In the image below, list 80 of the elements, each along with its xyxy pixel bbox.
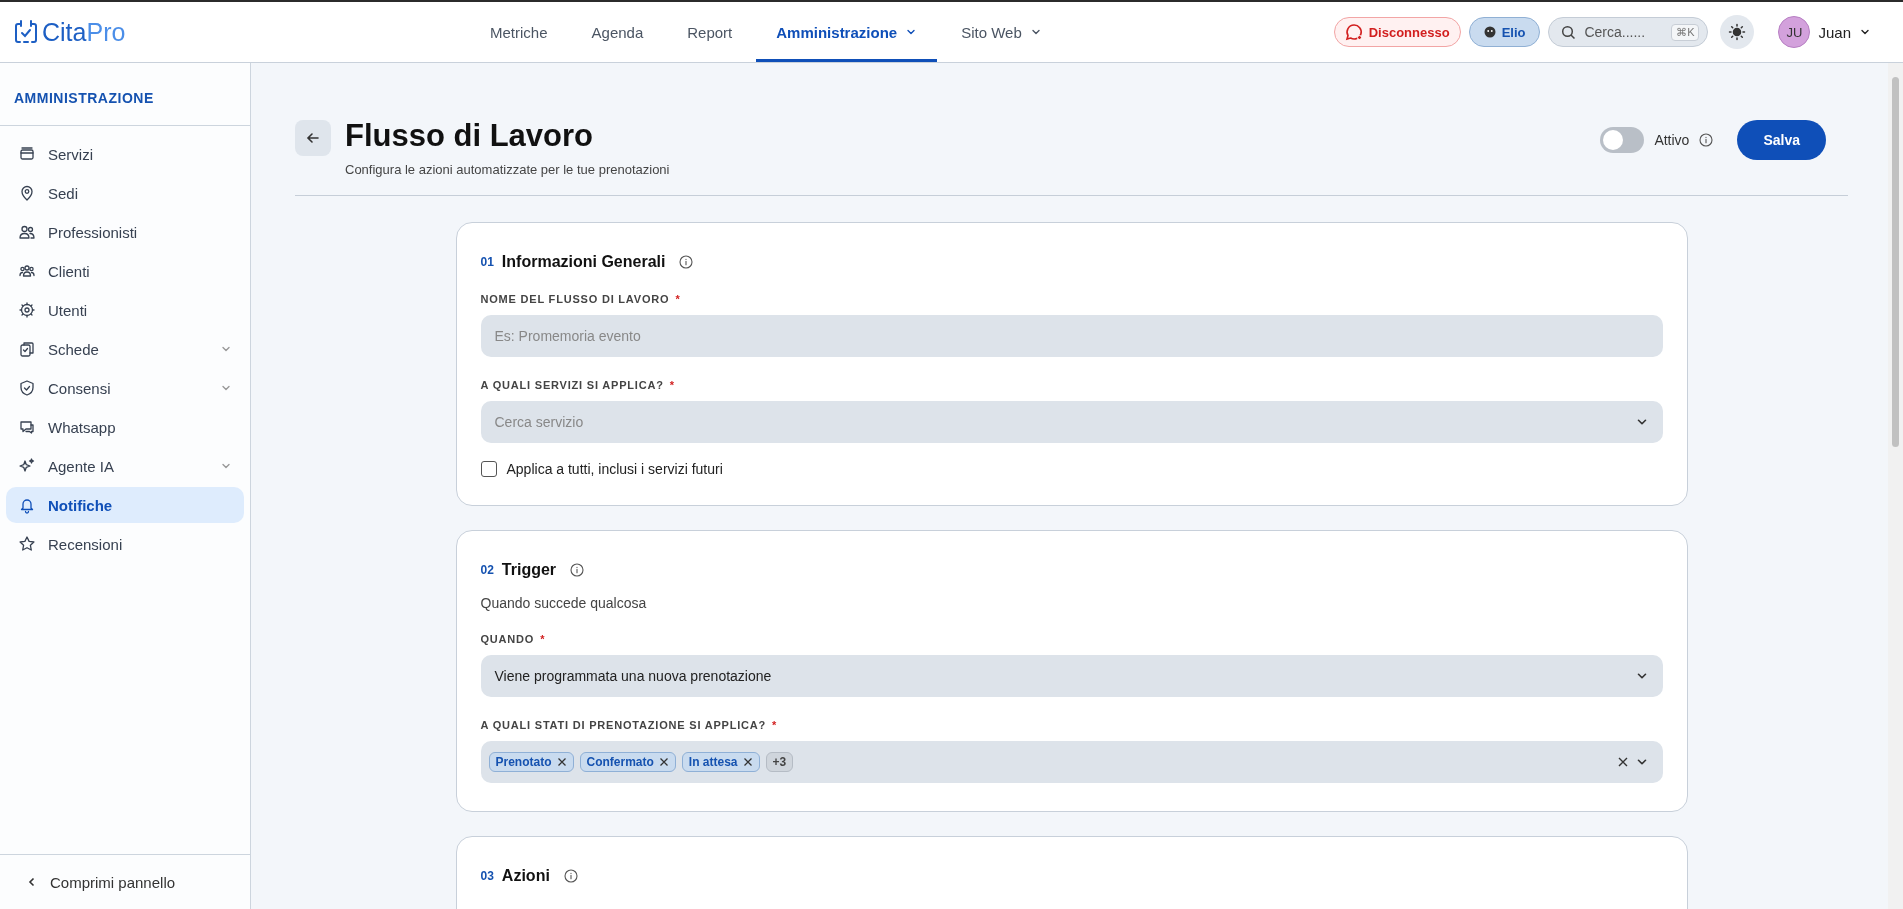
whatsapp-status-badge[interactable]: Disconnesso: [1333, 17, 1461, 47]
collapse-panel-button[interactable]: Comprimi pannello: [20, 872, 182, 892]
info-icon[interactable]: [679, 255, 694, 269]
sidebar-item[interactable]: Servizi: [6, 136, 244, 172]
section-description: Quando succede qualcosa: [480, 595, 648, 611]
sidebar-title: AMMINISTRAZIONE: [0, 71, 250, 126]
sidebar-item[interactable]: Recensioni: [6, 526, 244, 562]
status-tag[interactable]: Prenotato: [488, 752, 574, 772]
nav-tab[interactable]: Report: [667, 2, 753, 62]
info-icon[interactable]: [1699, 133, 1714, 147]
remove-icon[interactable]: [658, 757, 669, 767]
page-title: Flusso di Lavoro: [345, 118, 595, 154]
section-title: Trigger: [501, 561, 557, 579]
sidebar-item[interactable]: Notifiche: [6, 487, 244, 523]
clipboard-icon: [18, 340, 36, 358]
logo-text[interactable]: CitaPro: [42, 17, 126, 47]
save-button[interactable]: Salva: [1737, 120, 1826, 160]
shortcut-hint: ⌘K: [1671, 23, 1700, 41]
sidebar-item[interactable]: Utenti: [6, 292, 244, 328]
search-icon: [1561, 24, 1577, 40]
sidebar-item[interactable]: Whatsapp: [6, 409, 244, 445]
agent-button[interactable]: Elio: [1468, 17, 1541, 47]
field-label: A QUALI STATI DI PRENOTAZIONE SI APPLICA?: [480, 719, 767, 731]
toggle-label: Attivo: [1654, 132, 1690, 148]
group-icon: [18, 262, 36, 280]
more-count[interactable]: +3: [765, 752, 794, 772]
avatar: JU: [1778, 16, 1811, 48]
active-toggle[interactable]: [1600, 127, 1645, 153]
multi-select-field[interactable]: Prenotato Confermato In attesa +3: [480, 741, 1663, 783]
section-number: 03: [480, 869, 494, 883]
sidebar-item[interactable]: Schede: [6, 331, 244, 367]
page-subtitle: Configura le azioni automatizzate per le tue prenotazioni: [345, 162, 671, 177]
checkbox[interactable]: [480, 461, 497, 477]
nav-tab[interactable]: Metriche: [470, 2, 568, 62]
status-tag[interactable]: Confermato: [579, 752, 676, 772]
required-mark: *: [675, 293, 681, 305]
sidebar-item[interactable]: Professionisti: [6, 214, 244, 250]
section-number: 02: [480, 563, 494, 577]
required-mark: *: [772, 719, 778, 731]
user-menu[interactable]: JU Juan: [1772, 15, 1877, 49]
nav-tab[interactable]: Sito Web: [941, 2, 1062, 62]
theme-toggle-button[interactable]: [1720, 15, 1755, 49]
arrow-left-icon: [305, 130, 321, 146]
calendar-check-icon: [14, 19, 38, 45]
clear-icon[interactable]: [1616, 756, 1629, 768]
field-label: A QUALI SERVIZI SI APPLICA?: [480, 379, 664, 391]
section-number: 01: [480, 255, 494, 269]
face-icon: [1483, 26, 1496, 38]
field-label: NOME DEL FLUSSO DI LAVORO: [480, 293, 670, 305]
star-icon: [18, 535, 36, 553]
required-mark: *: [540, 633, 546, 645]
section-title: Informazioni Generali: [501, 253, 666, 271]
chat-bubbles-icon: [18, 418, 36, 436]
info-icon[interactable]: [570, 563, 585, 577]
shield-icon: [18, 379, 36, 397]
required-mark: *: [669, 379, 675, 391]
search-field[interactable]: Cerca...... ⌘K: [1548, 17, 1709, 47]
sidebar-item[interactable]: Consensi: [6, 370, 244, 406]
chat-bubble-icon: [1344, 23, 1363, 41]
back-button[interactable]: [295, 120, 331, 156]
box-icon: [18, 145, 36, 163]
scrollbar[interactable]: [1888, 63, 1903, 909]
location-pin-icon: [18, 184, 36, 202]
remove-icon[interactable]: [556, 757, 567, 767]
nav-tab[interactable]: Agenda: [571, 2, 664, 62]
sidebar-item[interactable]: Sedi: [6, 175, 244, 211]
checkbox-label: Applica a tutti, inclusi i servizi futuri: [506, 461, 723, 477]
gear-icon: [18, 301, 36, 319]
people-icon: [18, 223, 36, 241]
sidebar-item[interactable]: Agente IA: [6, 448, 244, 484]
remove-icon[interactable]: [742, 757, 753, 767]
info-icon[interactable]: [563, 869, 578, 883]
status-tag[interactable]: In attesa: [681, 752, 760, 772]
bell-icon: [18, 496, 36, 514]
name-input-field[interactable]: Es: Promemoria evento: [480, 315, 1663, 357]
sun-icon: [1728, 23, 1747, 41]
field-label: QUANDO: [480, 633, 535, 645]
select-field[interactable]: Viene programmata una nuova prenotazione: [480, 655, 1663, 697]
section-title: Azioni: [501, 867, 550, 885]
sidebar-item[interactable]: Clienti: [6, 253, 244, 289]
